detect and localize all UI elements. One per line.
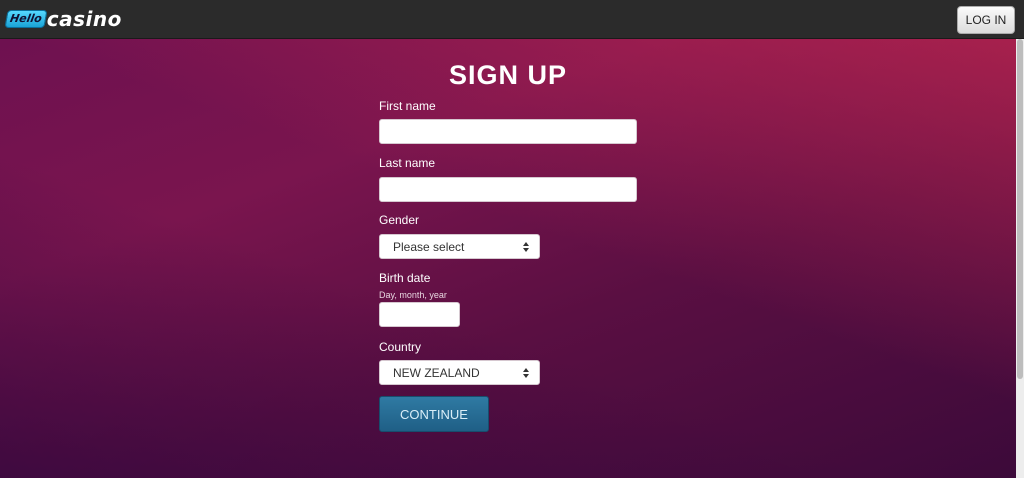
gender-label: Gender (379, 213, 420, 227)
country-select[interactable]: NEW ZEALAND (379, 360, 540, 385)
continue-button[interactable]: CONTINUE (379, 396, 489, 432)
last-name-input[interactable] (379, 177, 637, 202)
country-selected-value: NEW ZEALAND (393, 365, 480, 380)
scrollbar-thumb[interactable] (1017, 39, 1023, 379)
top-bar: Hello casino LOG IN (0, 0, 1024, 39)
logo-text: casino (46, 7, 122, 31)
gender-selected-value: Please select (393, 239, 465, 254)
logo-badge: Hello (4, 10, 48, 28)
page-scrollbar[interactable] (1016, 39, 1024, 478)
gender-select[interactable]: Please select (379, 234, 540, 259)
page-title: SIGN UP (448, 60, 568, 90)
first-name-input[interactable] (379, 119, 637, 144)
first-name-label: First name (379, 99, 436, 113)
login-button[interactable]: LOG IN (957, 6, 1015, 34)
birth-date-input[interactable] (379, 302, 460, 327)
birth-date-label: Birth date (379, 271, 431, 285)
hellocasino-logo[interactable]: Hello casino (4, 7, 122, 31)
select-arrows-icon (523, 367, 529, 379)
birth-date-hint: Day, month, year (379, 290, 447, 300)
country-label: Country (379, 340, 422, 354)
last-name-label: Last name (379, 156, 436, 170)
select-arrows-icon (523, 241, 529, 253)
